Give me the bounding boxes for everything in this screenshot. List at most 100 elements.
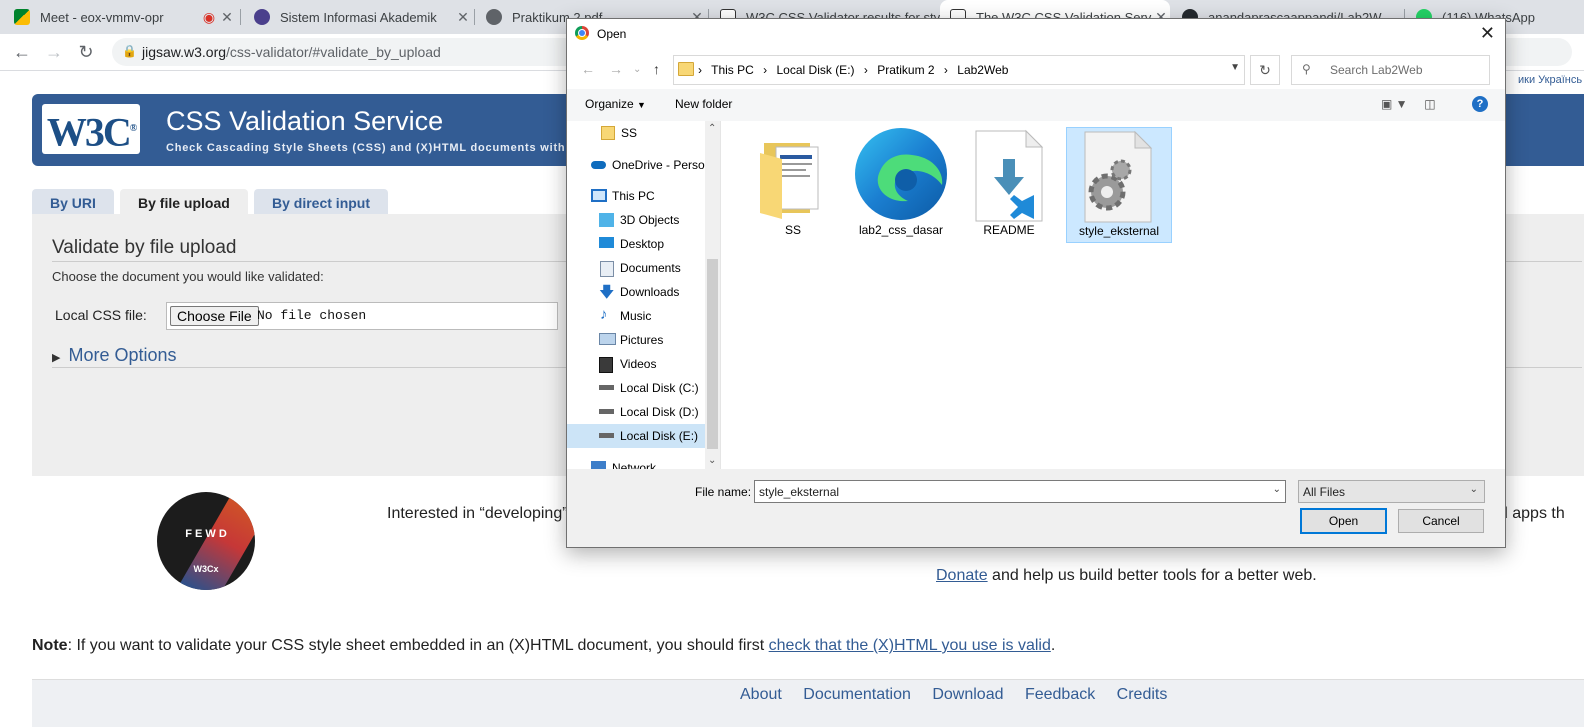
search-input[interactable]: ⚲ Search Lab2Web — [1291, 55, 1490, 85]
chevron-down-icon[interactable]: ▼ — [1230, 62, 1240, 73]
globe-icon — [486, 9, 502, 25]
video-icon — [599, 357, 613, 373]
file-item-lab2-css-dasar[interactable]: lab2_css_dasar — [849, 127, 953, 241]
breadcrumb-lab2web[interactable]: Lab2Web — [957, 63, 1008, 77]
search-icon: ⚲ — [1302, 62, 1311, 76]
footer-link-download[interactable]: Download — [932, 686, 1003, 703]
recording-icon: ◉ — [202, 8, 216, 25]
file-input[interactable]: Choose File No file chosen — [166, 302, 558, 330]
nav-item-downloads[interactable]: 🡇 Downloads — [567, 280, 705, 304]
footer-link-about[interactable]: About — [740, 686, 782, 703]
dialog-footer: File name: style_eksternal ⌄ All Files ⌄… — [567, 469, 1505, 547]
dialog-address-row: ← → ⌄ ↑ › This PC › Local Disk (E:) › Pr… — [567, 53, 1505, 87]
onedrive-icon — [591, 161, 606, 169]
file-type-select[interactable]: All Files ⌄ — [1298, 480, 1485, 503]
url-text: jigsaw.w3.org/css-validator/#validate_by… — [142, 44, 441, 60]
chevron-down-icon[interactable]: ⌄ — [1273, 484, 1281, 495]
open-file-dialog: Open ✕ ← → ⌄ ↑ › This PC › Local Disk (E… — [566, 18, 1506, 548]
download-icon: 🡇 — [599, 284, 615, 301]
view-options-icon[interactable]: ▣ ▼ ◫ — [1381, 97, 1436, 111]
nav-item-local-disk-c[interactable]: Local Disk (C:) — [567, 376, 705, 400]
check-html-link[interactable]: check that the (X)HTML you use is valid — [769, 637, 1051, 654]
nav-item-local-disk-e[interactable]: Local Disk (E:) — [567, 424, 705, 448]
tab-title: Sistem Informasi Akademik — [280, 9, 437, 25]
scroll-thumb[interactable] — [707, 259, 718, 449]
chevron-down-icon[interactable]: ⌄ — [708, 455, 716, 466]
pictures-icon — [599, 333, 616, 345]
file-item-readme[interactable]: README — [957, 127, 1061, 241]
nav-item-this-pc[interactable]: This PC — [567, 184, 705, 208]
close-tab-icon[interactable]: ✕ — [218, 9, 236, 26]
chevron-down-icon[interactable]: ⌄ — [633, 64, 641, 75]
footer-link-credits[interactable]: Credits — [1117, 686, 1168, 703]
back-arrow-icon[interactable]: ← — [581, 61, 595, 77]
tab-by-file-upload[interactable]: By file upload — [120, 189, 248, 215]
gear-file-icon — [1084, 130, 1153, 223]
nav-item-music[interactable]: ♪ Music — [567, 304, 705, 328]
close-tab-icon[interactable]: ✕ — [454, 9, 472, 26]
breadcrumb[interactable]: › This PC › Local Disk (E:) › Pratikum 2… — [673, 55, 1245, 85]
page-subtitle: Check Cascading Style Sheets (CSS) and (… — [166, 142, 566, 154]
nav-item-onedrive[interactable]: OneDrive - Person — [567, 153, 705, 177]
tab-title: Meet - eox-vmmv-opr — [40, 9, 164, 25]
new-folder-button[interactable]: New folder — [675, 97, 732, 111]
chevron-down-icon: ⌄ — [1469, 484, 1478, 495]
more-options-toggle[interactable]: ▶ More Options — [52, 345, 177, 366]
breadcrumb-pratikum-2[interactable]: Pratikum 2 — [877, 63, 934, 77]
nav-item-videos[interactable]: Videos — [567, 352, 705, 376]
file-name: lab2_css_dasar — [858, 223, 944, 237]
nav-item-pictures[interactable]: Pictures — [567, 328, 705, 352]
folder-icon — [601, 126, 615, 140]
back-arrow-icon[interactable]: ← — [10, 40, 34, 64]
w3c-logo[interactable]: W3C® — [42, 104, 140, 154]
nav-item-local-disk-d[interactable]: Local Disk (D:) — [567, 400, 705, 424]
google-meet-icon — [14, 9, 30, 25]
chevron-up-icon[interactable]: ⌃ — [708, 123, 716, 134]
donate-line: Donate and help us build better tools fo… — [936, 567, 1317, 584]
section-heading: Validate by file upload — [52, 237, 237, 258]
forward-arrow-icon[interactable]: → — [609, 61, 623, 77]
forward-arrow-icon[interactable]: → — [42, 40, 66, 64]
footer-link-documentation[interactable]: Documentation — [803, 686, 911, 703]
nav-item-documents[interactable]: Documents — [567, 256, 705, 280]
language-links[interactable]: ики Українсь — [1518, 74, 1582, 86]
browser-tab-meet[interactable]: Meet - eox-vmmv-opr ◉ ✕ — [4, 0, 236, 34]
choose-file-button[interactable]: Choose File — [170, 306, 259, 326]
up-arrow-icon[interactable]: ↑ — [653, 61, 660, 77]
footer-link-feedback[interactable]: Feedback — [1025, 686, 1095, 703]
refresh-icon: ↻ — [1259, 62, 1271, 78]
fewd-badge-logo[interactable]: F E W D W3Cx — [157, 492, 255, 590]
nav-scrollbar[interactable]: ⌃ ⌄ — [705, 121, 720, 469]
breadcrumb-local-disk-e[interactable]: Local Disk (E:) — [777, 63, 855, 77]
refresh-button[interactable]: ↻ — [1250, 55, 1280, 85]
nav-item-desktop[interactable]: Desktop — [567, 232, 705, 256]
folder-icon — [760, 143, 819, 219]
nav-item-network[interactable]: Network — [567, 456, 705, 469]
tab-by-direct-input[interactable]: By direct input — [254, 189, 389, 215]
nav-item-3d-objects[interactable]: 3D Objects — [567, 208, 705, 232]
edge-icon — [855, 128, 947, 220]
organize-button[interactable]: Organize ▼ — [585, 97, 646, 111]
file-item-style-eksternal[interactable]: style_eksternal — [1066, 127, 1172, 243]
file-name-input[interactable]: style_eksternal ⌄ — [754, 480, 1286, 503]
open-button[interactable]: Open — [1300, 508, 1387, 534]
cancel-button[interactable]: Cancel — [1398, 509, 1484, 533]
folder-icon — [678, 62, 694, 76]
donate-link[interactable]: Donate — [936, 567, 988, 584]
close-icon[interactable]: ✕ — [1480, 23, 1495, 44]
file-name: SS — [784, 223, 801, 237]
browser-tab-siakad[interactable]: Sistem Informasi Akademik ✕ — [244, 0, 472, 34]
no-file-text: No file chosen — [257, 308, 367, 323]
file-item-ss-folder[interactable]: SS — [741, 127, 845, 241]
breadcrumb-this-pc[interactable]: This PC — [711, 63, 754, 77]
help-icon[interactable]: ? — [1472, 96, 1488, 112]
drive-icon — [599, 385, 614, 390]
vscode-file-icon — [975, 129, 1044, 222]
tab-by-uri[interactable]: By URI — [32, 189, 114, 215]
local-css-file-label: Local CSS file: — [55, 307, 147, 323]
nav-item-ss[interactable]: SS — [567, 121, 705, 145]
music-icon: ♪ — [600, 306, 608, 323]
reload-icon[interactable]: ↻ — [74, 40, 98, 64]
cube-icon — [599, 213, 614, 227]
file-name-label: File name: — [695, 485, 752, 499]
